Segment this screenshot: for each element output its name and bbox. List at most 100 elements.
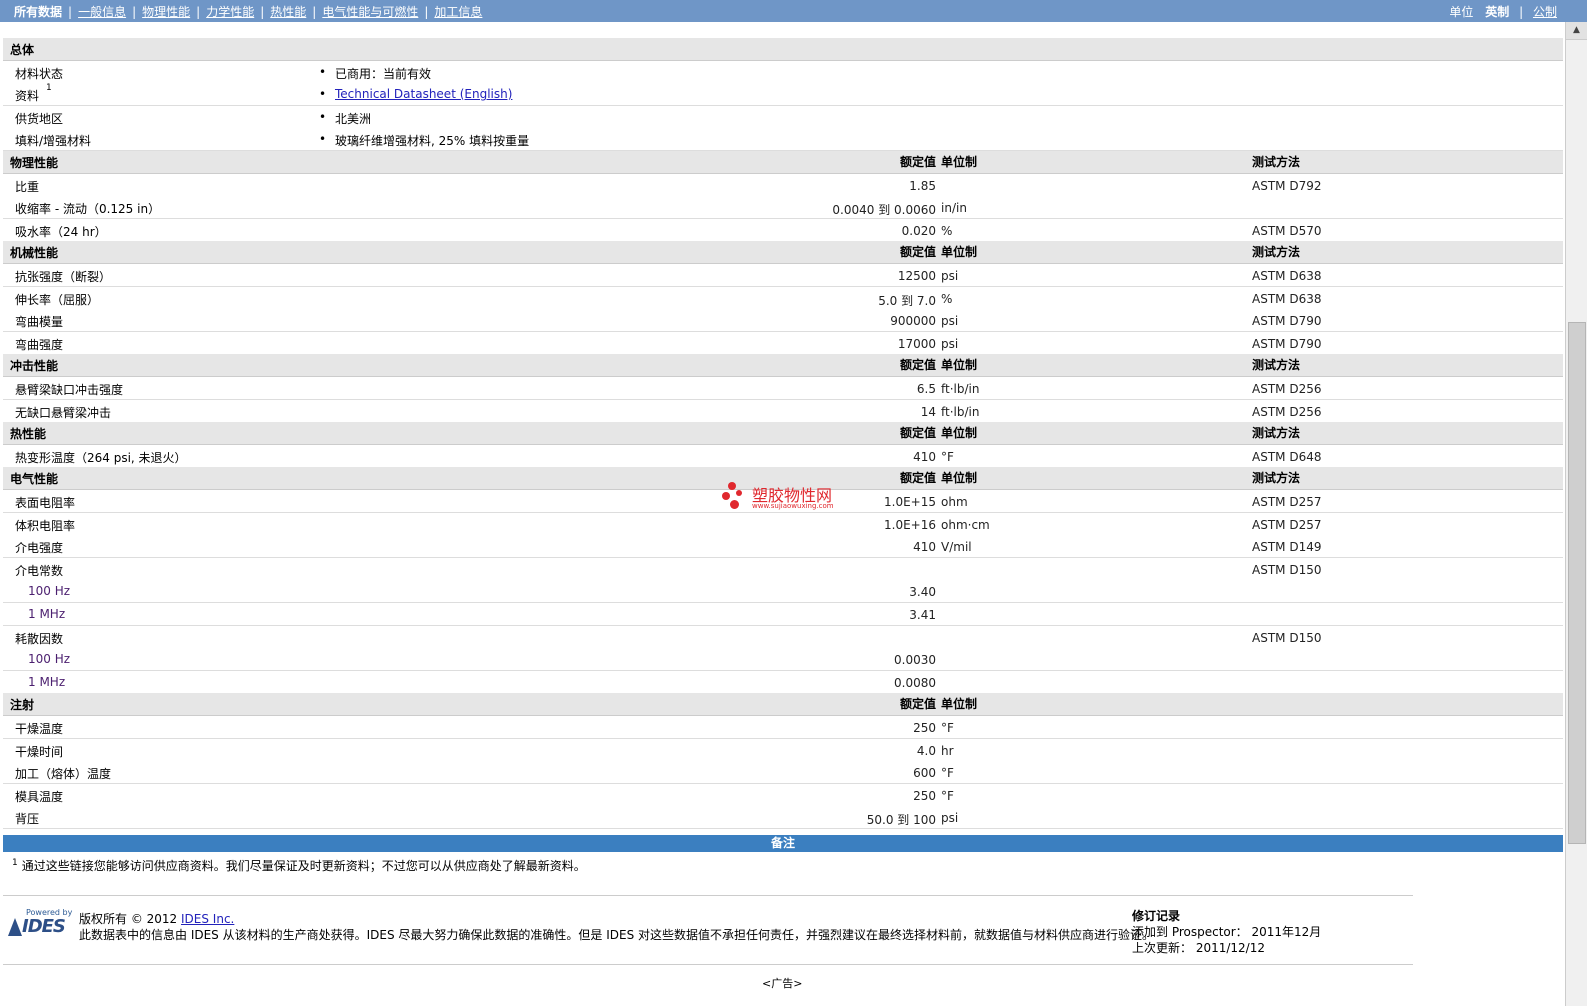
- table-row: 收缩率 - 流动（0.125 in） 0.0040 到 0.0060 in/in: [3, 196, 1563, 219]
- header-method: 测试方法: [1252, 471, 1301, 485]
- property-value: 3.40: [909, 585, 936, 599]
- watermark-url: www.sujiaowuxing.com: [752, 502, 834, 510]
- header-value: 额定值: [899, 426, 936, 440]
- property-name: 填料/增强材料: [15, 134, 92, 148]
- disclaimer: 此数据表中的信息由 IDES 从该材料的生产商处获得。IDES 尽最大努力确保此…: [79, 928, 1155, 942]
- test-method: ASTM D257: [1252, 495, 1322, 509]
- logo-mark-icon: [8, 918, 22, 936]
- general-row: 填料/增强材料 • 玻璃纤维增强材料, 25% 填料按重量: [3, 128, 1563, 151]
- property-value: 250: [913, 789, 936, 803]
- nav-tab-5[interactable]: 电气性能与可燃性: [322, 5, 418, 19]
- units-label: 单位: [1449, 5, 1474, 19]
- nav-tab-2[interactable]: 物理性能: [142, 5, 190, 19]
- ad-label[interactable]: <广告>: [762, 975, 802, 991]
- copyright-link[interactable]: IDES Inc.: [181, 912, 234, 926]
- header-unit: 单位制: [941, 426, 978, 440]
- section-general: 总体: [3, 38, 1563, 61]
- unit-metric[interactable]: 公制: [1533, 5, 1557, 19]
- vertical-scrollbar[interactable]: ▲: [1565, 22, 1587, 1006]
- header-value: 额定值: [899, 155, 936, 169]
- property-unit: °F: [941, 766, 954, 780]
- header-unit: 单位制: [941, 245, 978, 259]
- property-unit: ohm·cm: [941, 518, 990, 532]
- property-value: 北美洲: [335, 112, 372, 126]
- table-row: 干燥时间 4.0 hr: [3, 739, 1563, 762]
- property-value: 5.0 到 7.0: [878, 294, 936, 308]
- logo-name: IDES: [22, 916, 66, 937]
- section-title: 总体: [10, 43, 35, 57]
- property-name: 弯曲强度: [15, 338, 64, 352]
- bullet-icon: •: [319, 87, 327, 101]
- test-method: ASTM D790: [1252, 314, 1322, 328]
- bullet-icon: •: [319, 132, 327, 146]
- general-row: 资料 1 • Technical Datasheet (English): [3, 83, 1563, 106]
- section-header: 物理性能 额定值 单位制 测试方法: [3, 151, 1563, 174]
- property-unit: ft·lb/in: [941, 382, 980, 396]
- table-row: 介电强度 410 V/mil ASTM D149: [3, 535, 1563, 558]
- property-value: 0.0040 到 0.0060: [832, 203, 936, 217]
- property-value: 4.0: [916, 744, 936, 758]
- property-name: 100 Hz: [28, 652, 71, 666]
- table-row: 体积电阻率 1.0E+16 ohm·cm ASTM D257: [3, 513, 1563, 536]
- property-value: 900000: [890, 314, 936, 328]
- copyright: 版权所有 © 2012 IDES Inc.: [79, 910, 234, 927]
- section-title: 机械性能: [10, 246, 59, 260]
- table-row: 100 Hz 0.0030: [3, 648, 1563, 671]
- property-name: 弯曲模量: [15, 315, 64, 329]
- property-name: 背压: [15, 812, 40, 826]
- property-unit: hr: [941, 744, 954, 758]
- property-value: 600: [913, 766, 936, 780]
- property-value: 已商用：当前有效: [335, 67, 432, 81]
- property-unit: %: [941, 292, 953, 306]
- footnote-marker: 1: [12, 858, 18, 868]
- header-unit: 单位制: [941, 471, 978, 485]
- nav-tab-3[interactable]: 力学性能: [206, 5, 254, 19]
- property-unit: V/mil: [941, 540, 972, 554]
- property-name: 吸水率（24 hr）: [15, 225, 107, 239]
- property-name: 材料状态: [15, 67, 64, 81]
- scroll-thumb[interactable]: [1568, 322, 1586, 844]
- section-header: 机械性能 额定值 单位制 测试方法: [3, 241, 1563, 264]
- header-unit: 单位制: [941, 358, 978, 372]
- table-row: 弯曲模量 900000 psi ASTM D790: [3, 309, 1563, 332]
- datasheet-link[interactable]: Technical Datasheet (English): [335, 87, 512, 101]
- nav-tab-1[interactable]: 一般信息: [78, 5, 126, 19]
- header-unit: 单位制: [941, 155, 978, 169]
- unit-imperial[interactable]: 英制: [1485, 5, 1509, 19]
- table-row: 无缺口悬臂梁冲击 14 ft·lb/in ASTM D256: [3, 400, 1563, 423]
- section-header: 注射 额定值 单位制: [3, 693, 1563, 716]
- property-value: 6.5: [916, 382, 936, 396]
- property-value: 410: [913, 450, 936, 464]
- property-name: 表面电阻率: [15, 496, 76, 510]
- property-unit: %: [941, 224, 953, 238]
- table-row: 吸水率（24 hr） 0.020% ASTM D570: [3, 219, 1563, 242]
- scroll-up-arrow-icon[interactable]: ▲: [1566, 22, 1587, 40]
- nav-tab-6[interactable]: 加工信息: [434, 5, 482, 19]
- property-value: 17000: [897, 337, 936, 351]
- property-name: 体积电阻率: [15, 519, 76, 533]
- property-name: 抗张强度（断裂）: [15, 270, 112, 284]
- nav-tab-4[interactable]: 热性能: [270, 5, 306, 19]
- property-name: 介电强度: [15, 541, 64, 555]
- test-method: ASTM D257: [1252, 518, 1322, 532]
- property-unit: ft·lb/in: [941, 405, 980, 419]
- revision-history: 修订记录 添加到 Prospector： 2011年12月 上次更新： 2011…: [1132, 908, 1321, 956]
- table-row: 伸长率（屈服） 5.0 到 7.0% ASTM D638: [3, 287, 1563, 310]
- bullet-icon: •: [319, 110, 327, 124]
- header-value: 额定值: [899, 245, 936, 259]
- revision-title: 修订记录: [1132, 909, 1181, 923]
- table-row: 1 MHz 3.41: [3, 603, 1563, 626]
- property-name: 悬臂梁缺口冲击强度: [15, 383, 124, 397]
- revision-added: 添加到 Prospector： 2011年12月: [1132, 925, 1322, 939]
- test-method: ASTM D149: [1252, 540, 1322, 554]
- property-unit: °F: [941, 450, 954, 464]
- revision-updated: 上次更新： 2011/12/12: [1132, 941, 1265, 955]
- property-value: 410: [913, 540, 936, 554]
- property-value: 1.0E+16: [884, 518, 936, 532]
- property-name: 供货地区: [15, 112, 64, 126]
- header-method: 测试方法: [1252, 426, 1301, 440]
- test-method: ASTM D638: [1252, 292, 1322, 306]
- property-value: 3.41: [909, 608, 936, 622]
- test-method: ASTM D790: [1252, 337, 1322, 351]
- nav-tab-0[interactable]: 所有数据: [14, 5, 62, 19]
